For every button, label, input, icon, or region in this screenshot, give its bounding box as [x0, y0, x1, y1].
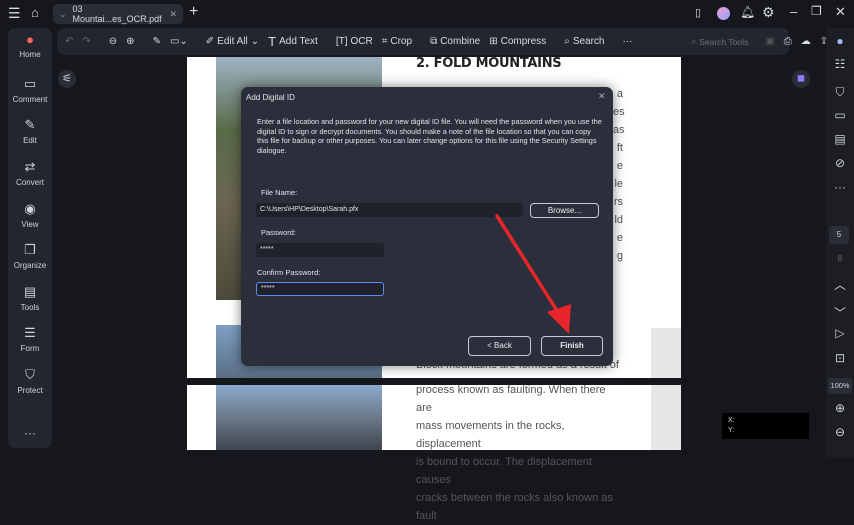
section-heading: 2. FOLD MOUNTAINS [416, 56, 562, 71]
add-digital-id-dialog: Add Digital ID ✕ Enter a file location a… [241, 87, 613, 366]
edit-all-button[interactable]: ✐ Edit All ⌄ [206, 36, 259, 47]
restore-icon[interactable]: ❐ [811, 4, 822, 18]
title-bar: ☰ ⌂ ⌄ 03 Mountai...es_OCR.pdf ✕ + ▯ 🔔︎ ⚙… [0, 0, 854, 28]
print-icon[interactable]: ⎙ [784, 36, 792, 47]
attachment-icon[interactable]: ⊘ [826, 156, 854, 170]
confirm-password-input[interactable]: ***** [256, 282, 384, 296]
fit-page-icon[interactable]: ⊡ [826, 351, 854, 365]
organize-icon: ❐ [24, 242, 36, 257]
zoom-in-icon[interactable]: ⊕ [826, 401, 854, 415]
combine-icon: ⧉ [430, 36, 438, 47]
zoom-out-icon[interactable]: ⊖ [826, 425, 854, 439]
close-window-icon[interactable]: ✕ [835, 4, 846, 20]
toolbar: ↶ ↷ ⊖ ⊕ ✎ ▭⌄ ✐ Edit All ⌄ T Add Text [T] OCR… [57, 28, 828, 55]
sidebar-item-form[interactable]: ☰ Form [8, 325, 52, 353]
finish-button[interactable]: Finish [541, 336, 603, 356]
search-icon: ⌕ [691, 36, 697, 46]
close-tab-icon[interactable]: ✕ [169, 9, 177, 20]
new-tab-icon[interactable]: + [189, 3, 198, 21]
toolbox-icon: ▤ [23, 284, 37, 299]
shape-icon[interactable]: ▭⌄ [170, 36, 188, 47]
undo-icon[interactable]: ↶ [65, 36, 73, 47]
ai-bot-icon[interactable]: ● [826, 34, 854, 48]
crop-button[interactable]: ⌗ Crop [382, 36, 412, 47]
ocr-button[interactable]: [T] OCR [336, 36, 373, 47]
sidebar-item-convert[interactable]: ⇄ Convert [8, 159, 52, 187]
crop-icon: ⌗ [381, 36, 388, 47]
sidebar-item-view[interactable]: ◉ View [8, 201, 52, 229]
highlight-icon[interactable]: ✎ [153, 36, 161, 47]
device-icon[interactable]: ▯ [695, 6, 701, 19]
zoom-level[interactable]: 100% [828, 378, 852, 394]
search-icon: ⌕ [564, 36, 570, 47]
select-tool-icon[interactable]: ▷ [826, 326, 854, 340]
file-name-input[interactable]: C:\Users\HP\Desktop\Sarah.pfx [256, 203, 523, 217]
more-icon[interactable]: ··· [826, 180, 854, 194]
home-icon[interactable]: ⌂ [31, 5, 39, 20]
bell-icon[interactable]: 🔔︎ [740, 5, 755, 19]
coordinates-readout: X: Y: [722, 413, 809, 439]
sidebar-more-button[interactable]: ··· [8, 426, 52, 440]
pdf-page: process known as faulting. When there ar… [187, 384, 681, 522]
add-text-button[interactable]: T Add Text [268, 34, 318, 49]
avatar[interactable] [717, 7, 730, 20]
dialog-description: Enter a file location and password for y… [257, 117, 602, 155]
edit-icon: ✐ [205, 36, 215, 47]
text-icon: T [268, 34, 277, 49]
save-icon[interactable]: ▣ [765, 36, 774, 47]
left-sidebar: ● Home ▭ Comment ✎ Edit ⇄ Convert ◉ View ❐ Org… [8, 28, 52, 448]
comments-icon[interactable]: ▭ [826, 108, 854, 122]
close-icon[interactable]: ✕ [598, 91, 606, 102]
sidebar-item-protect[interactable]: ⛉ Protect [8, 367, 52, 395]
search-tools-input[interactable]: ⌕ Search Tools [692, 36, 749, 47]
sidebar-item-tools[interactable]: ▤ Tools [8, 284, 52, 312]
cloud-upload-icon[interactable]: ☁ [801, 36, 811, 47]
edit-icon: ✎ [24, 117, 36, 132]
right-panel: ● ☷ ⛉ ▭ ▤ ⊘ ··· 5 8 ︿ ﹀ ▷ ⊡ 100% ⊕ ⊖ [826, 28, 854, 457]
sidebar-item-edit[interactable]: ✎ Edit [8, 117, 52, 145]
chevron-down-icon: ⌄ [59, 8, 67, 19]
convert-icon: ⇄ [24, 159, 36, 174]
red-arrow-annotation [495, 214, 571, 334]
current-page-input[interactable]: 5 [829, 226, 849, 244]
sidebar-item-organize[interactable]: ❐ Organize [8, 242, 52, 270]
zoom-out-icon[interactable]: ⊖ [109, 36, 117, 47]
rocket-icon: ● [26, 32, 34, 47]
document-tab[interactable]: ⌄ 03 Mountai...es_OCR.pdf ✕ [53, 4, 183, 24]
page-text: process known as faulting. When there ar… [416, 384, 613, 522]
thumbnails-icon[interactable]: ☷ [826, 57, 854, 71]
redo-icon[interactable]: ↷ [82, 36, 90, 47]
mountain-photo [216, 385, 382, 450]
back-button[interactable]: < Back [468, 336, 531, 356]
confirm-password-label: Confirm Password: [257, 268, 321, 277]
ocr-icon: [T] [335, 36, 348, 47]
dialog-title: Add Digital ID [246, 93, 295, 102]
search-button[interactable]: ⌕ Search [564, 36, 604, 47]
compress-button[interactable]: ⊞ Compress [489, 36, 546, 47]
chevron-up-icon[interactable]: ︿ [826, 276, 854, 293]
page-text-fragments: a es as ft e le rs ld e g [613, 88, 625, 262]
sidebar-item-home[interactable]: ● Home [8, 32, 52, 59]
password-input[interactable]: ***** [256, 243, 384, 257]
shield-icon: ⛉ [25, 367, 35, 382]
comment-icon: ▭ [23, 76, 37, 91]
zoom-in-icon[interactable]: ⊕ [126, 36, 134, 47]
minimize-icon[interactable]: – [790, 4, 797, 19]
file-name-label: File Name: [261, 188, 298, 197]
bookmark-icon[interactable]: ⛉ [826, 85, 854, 100]
gear-icon[interactable]: ⚙ [762, 4, 775, 21]
filter-icon[interactable]: ⚟ [58, 70, 76, 88]
more-button[interactable]: ··· [623, 36, 633, 47]
eye-icon: ◉ [24, 201, 36, 216]
form-icon: ☰ [24, 325, 36, 340]
form-fields-icon[interactable]: ▤ [826, 132, 854, 146]
ai-assistant-icon[interactable]: ◼ [792, 70, 810, 88]
total-pages: 8 [837, 254, 843, 263]
sidebar-item-comment[interactable]: ▭ Comment [8, 76, 52, 104]
compress-icon: ⊞ [489, 36, 498, 47]
combine-button[interactable]: ⧉ Combine [430, 36, 480, 47]
chevron-down-icon[interactable]: ﹀ [826, 304, 854, 321]
password-label: Password: [261, 228, 297, 237]
menu-icon[interactable]: ☰ [8, 5, 21, 22]
